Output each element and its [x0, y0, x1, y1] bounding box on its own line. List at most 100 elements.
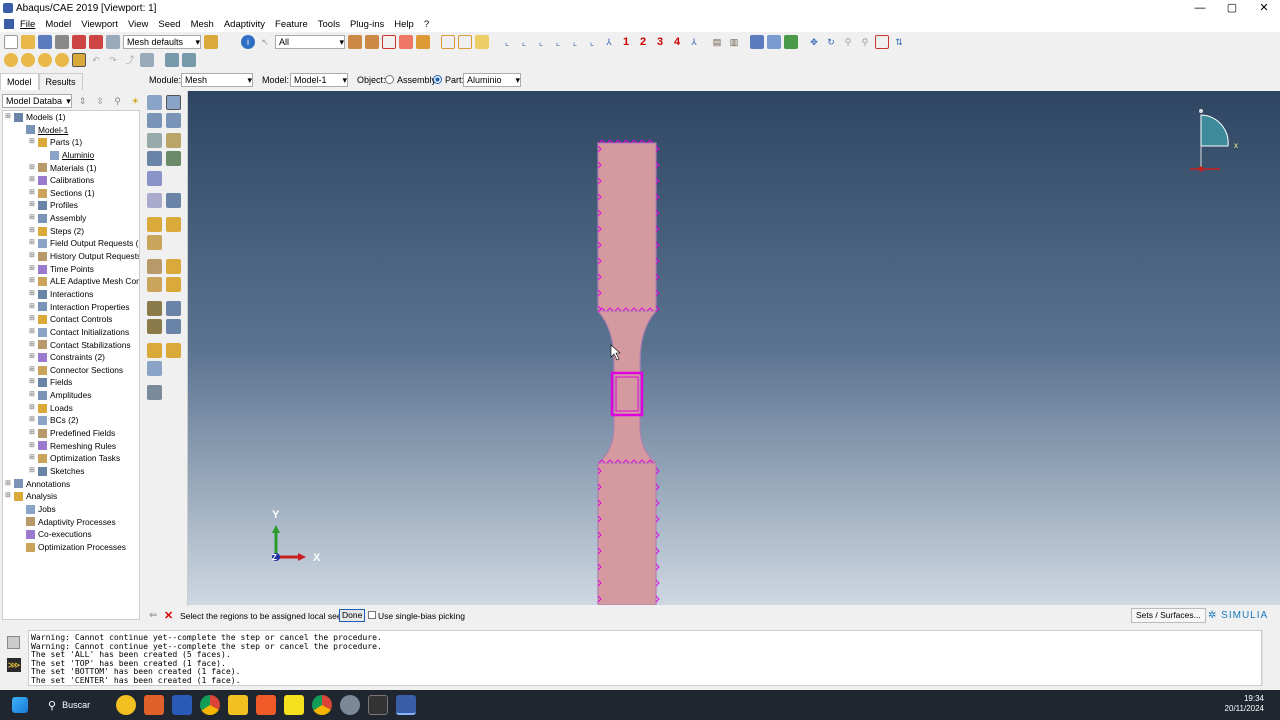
menu-file[interactable]: File	[20, 19, 35, 30]
axis-view-3-icon[interactable]: ⌞	[534, 35, 548, 49]
tree-item[interactable]: ⊞ Assembly	[3, 212, 139, 225]
tree-item[interactable]: ⊞ Materials (1)	[3, 162, 139, 175]
layers-icon[interactable]: ▤	[710, 35, 724, 49]
partition-2-icon[interactable]	[166, 193, 181, 208]
tree-item[interactable]: ⊞ Profiles	[3, 199, 139, 212]
datum-3-icon[interactable]	[147, 277, 162, 292]
datum-axis-icon[interactable]	[166, 319, 181, 334]
tree-expand-icon[interactable]: ⊞	[29, 162, 36, 175]
tree-item[interactable]: ⊞ Parts (1)	[3, 136, 139, 149]
rotate-icon[interactable]: ↻	[824, 35, 838, 49]
tree-item[interactable]: Adaptivity Processes	[3, 516, 139, 529]
tree-item[interactable]: ⊞ Interactions	[3, 288, 139, 301]
tree-item[interactable]: ⊞ Calibrations	[3, 174, 139, 187]
tree-expand-icon[interactable]: ⊞	[5, 111, 12, 124]
menu-mesh[interactable]: Mesh	[191, 19, 214, 30]
render-style-icon[interactable]	[204, 34, 218, 49]
adaptivity-icon[interactable]	[147, 361, 162, 376]
settings-icon[interactable]	[340, 695, 361, 715]
chrome-alt-icon[interactable]	[312, 695, 333, 715]
tree-expand-icon[interactable]: ⊞	[29, 250, 36, 263]
select-tool-1-icon[interactable]	[348, 34, 362, 49]
mesh-region-icon[interactable]	[166, 113, 181, 128]
tool-g-icon[interactable]	[165, 53, 179, 67]
module-select[interactable]: Mesh ▾	[181, 73, 253, 87]
tree-expand-icon[interactable]: ⊞	[29, 174, 36, 187]
tab-results[interactable]: Results	[38, 73, 83, 90]
cycle-view-icon[interactable]: ⇅	[892, 35, 906, 49]
view-3-button[interactable]: 3	[653, 36, 667, 48]
abaqus-taskbar-icon[interactable]	[396, 695, 417, 715]
view-cycle-icon[interactable]: ⅄	[687, 35, 701, 49]
tree-item[interactable]: Co-executions	[3, 528, 139, 541]
tab-model[interactable]: Model	[0, 73, 39, 90]
mesh-part-icon[interactable]	[147, 113, 162, 128]
tree-item[interactable]: ⊞ Sections (1)	[3, 187, 139, 200]
redo-icon[interactable]: ↷	[106, 53, 120, 67]
chrome-icon[interactable]	[200, 695, 221, 715]
tool-h-icon[interactable]	[182, 53, 196, 67]
tree-item[interactable]: ⊞ Constraints (2)	[3, 351, 139, 364]
viewport-canvas[interactable]: Y X Z x	[188, 91, 1280, 605]
menu-adaptivity[interactable]: Adaptivity	[224, 19, 265, 30]
delete-mesh-icon[interactable]	[147, 133, 162, 148]
model-select[interactable]: Model-1 ▾	[290, 73, 348, 87]
tools-icon[interactable]	[147, 385, 162, 400]
auto-fit-icon[interactable]	[875, 34, 889, 49]
tool-d-icon[interactable]	[55, 53, 69, 67]
import-icon[interactable]	[89, 34, 103, 49]
part-radio[interactable]	[433, 75, 442, 84]
assembly-radio[interactable]	[385, 75, 394, 84]
datum-4-icon[interactable]	[166, 277, 181, 292]
tree-expand-icon[interactable]: ⊞	[29, 212, 36, 225]
new-file-icon[interactable]	[4, 34, 18, 49]
context-help-icon[interactable]: ?	[424, 19, 429, 30]
python-shell-icon[interactable]: ⋙	[7, 658, 21, 672]
export-icon[interactable]	[72, 34, 86, 49]
tree-expand-icon[interactable]: ⊞	[29, 225, 36, 238]
search-icon[interactable]: ⚲	[48, 699, 56, 712]
tree-expand-icon[interactable]: ⊞	[29, 275, 36, 288]
menu-icon[interactable]	[4, 19, 14, 29]
tree-expand-icon[interactable]: ⊞	[29, 389, 36, 402]
highlight-icon[interactable]: ☀	[128, 94, 142, 108]
tree-expand-icon[interactable]: ⊞	[29, 263, 36, 276]
tree-expand-icon[interactable]: ⊞	[29, 402, 36, 415]
view-4-button[interactable]: 4	[670, 36, 684, 48]
model-database-select[interactable]: Model Databa ▾	[2, 94, 72, 108]
system-clock[interactable]: 19:34 20/11/2024	[1225, 694, 1264, 714]
tree-expand-icon[interactable]: ⊞	[29, 187, 36, 200]
viewport[interactable]: Y X Z x	[188, 91, 1280, 605]
menu-view[interactable]: View	[128, 19, 148, 30]
tree-expand-icon[interactable]: ⊞	[29, 313, 36, 326]
cancel-icon[interactable]: ✕	[164, 609, 173, 622]
menu-tools[interactable]: Tools	[318, 19, 340, 30]
tree-expand-icon[interactable]: ⊞	[29, 465, 36, 478]
edit-mesh-icon[interactable]	[147, 235, 162, 250]
menu-viewport[interactable]: Viewport	[81, 19, 118, 30]
sets-surfaces-button[interactable]: Sets / Surfaces...	[1131, 608, 1206, 623]
save-icon[interactable]	[38, 34, 52, 49]
element-type-icon[interactable]	[166, 151, 181, 166]
tree-expand-icon[interactable]: ⊞	[29, 288, 36, 301]
menu-plugins[interactable]: Plug-ins	[350, 19, 384, 30]
tree-item[interactable]: ⊞ Steps (2)	[3, 225, 139, 238]
tree-item[interactable]: ⊞ History Output Requests (1)	[3, 250, 139, 263]
tree-item[interactable]: ⊞ Optimization Tasks	[3, 452, 139, 465]
tree-item[interactable]: ⊞ BCs (2)	[3, 414, 139, 427]
seed-part-icon[interactable]	[147, 95, 162, 110]
tree-expand-icon[interactable]: ⊞	[29, 339, 36, 352]
seed-edges-icon[interactable]	[166, 95, 181, 110]
tree-item[interactable]: ⊞ Remeshing Rules	[3, 440, 139, 453]
tree-item[interactable]: ⊞ Sketches	[3, 465, 139, 478]
partition-icon[interactable]	[147, 193, 162, 208]
select-tool-4-icon[interactable]	[416, 34, 430, 49]
tree-expand-icon[interactable]: ⊞	[29, 301, 36, 314]
render-wireframe-icon[interactable]	[750, 34, 764, 49]
tool-a-icon[interactable]	[4, 53, 18, 67]
select-mode-icon[interactable]	[72, 53, 86, 67]
message-log-icon[interactable]	[7, 636, 20, 649]
menu-model[interactable]: Model	[45, 19, 71, 30]
tree-item[interactable]: ⊞ ALE Adaptive Mesh Constrai	[3, 275, 139, 288]
tree-item[interactable]: ⊞ Contact Initializations	[3, 326, 139, 339]
